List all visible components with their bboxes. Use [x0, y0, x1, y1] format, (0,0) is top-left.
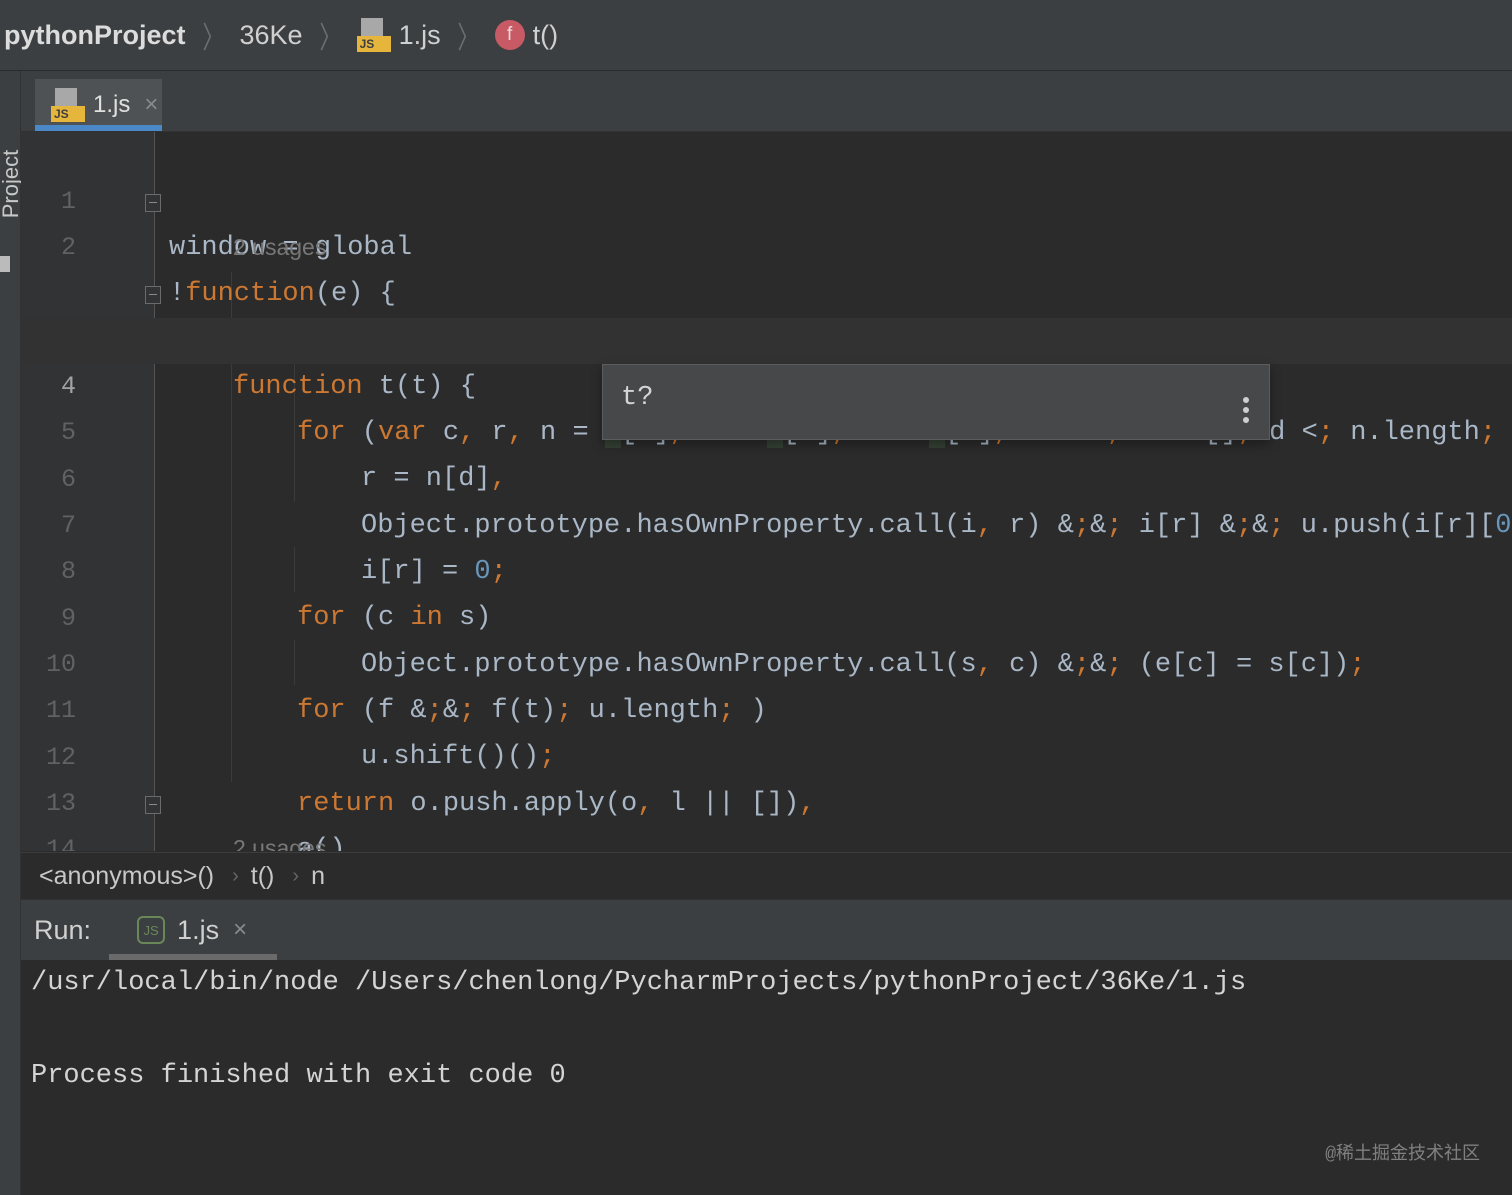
- run-panel-header: Run: JS 1.js ×: [21, 899, 1512, 960]
- editor-tab-strip: JS 1.js ×: [21, 71, 1512, 132]
- code-line: 1 window = global: [21, 133, 1512, 263]
- console-line: /usr/local/bin/node /Users/chenlong/Pych…: [31, 968, 1247, 998]
- line-number: 14: [45, 835, 76, 851]
- navigation-bar: pythonProject 〉 36Ke 〉 JS 1.js 〉 f t(): [0, 0, 1512, 71]
- close-icon[interactable]: ×: [233, 916, 247, 944]
- more-options-icon[interactable]: [1243, 397, 1249, 427]
- tab-1-js[interactable]: JS 1.js ×: [35, 79, 162, 131]
- code-line-current: 4 for (var c, r, n = t[0], s = t[1], l =…: [21, 318, 1512, 448]
- chevron-right-icon: ›: [232, 864, 239, 887]
- code-line: 12 return o.push.apply(o, l || []),: [21, 689, 1512, 819]
- code-line: 3 function t(t) {: [21, 272, 1512, 402]
- parameter-hint-text: t?: [621, 383, 654, 413]
- breadcrumb-function[interactable]: f t(): [494, 19, 559, 51]
- close-icon[interactable]: ×: [144, 91, 158, 119]
- code-line: 11 u.shift()();: [21, 642, 1512, 772]
- code-line: 8 for (c in s): [21, 503, 1512, 633]
- structure-item-anonymous[interactable]: <anonymous>(): [39, 862, 214, 891]
- project-folder-icon: [0, 256, 10, 272]
- js-file-icon: JS: [51, 88, 85, 122]
- chevron-right-icon: 〉: [319, 22, 341, 55]
- breadcrumb-folder[interactable]: 36Ke: [240, 20, 303, 51]
- usages-inlay-hint[interactable]: 2 usages: [233, 835, 326, 851]
- structure-item-t[interactable]: t(): [251, 862, 275, 891]
- run-label: Run:: [34, 914, 92, 945]
- active-tab-indicator: [35, 125, 162, 131]
- usages-inlay-hint[interactable]: 2 usages: [233, 234, 326, 261]
- chevron-right-icon: 〉: [457, 22, 479, 55]
- structure-breadcrumb: <anonymous>() › t() › n: [21, 852, 1512, 899]
- code-line: 14 }: [21, 781, 1512, 851]
- watermark: @稀土掘金技术社区: [1325, 1145, 1480, 1165]
- breadcrumb-project[interactable]: pythonProject: [4, 20, 186, 51]
- parameter-hint-popup: t?: [602, 364, 1270, 440]
- chevron-right-icon: 〉: [202, 22, 224, 55]
- code-line: 7 i[r] = 0;: [21, 457, 1512, 587]
- nodejs-icon: JS: [137, 916, 166, 944]
- js-file-icon: JS: [356, 18, 391, 52]
- chevron-right-icon: ›: [292, 864, 300, 887]
- project-tool-strip: Project: [0, 71, 23, 1195]
- line-number: 2: [60, 233, 76, 262]
- breadcrumb-function-label: t(): [532, 19, 559, 50]
- code-line: 2 !function(e) {: [21, 179, 1512, 309]
- code-line: 10 for (f &;&; f(t); u.length; ): [21, 596, 1512, 726]
- run-tab-label: 1.js: [177, 914, 220, 945]
- breadcrumb-file[interactable]: JS 1.js: [356, 18, 441, 52]
- structure-item-n[interactable]: n: [311, 862, 325, 891]
- code-line: 9 Object.prototype.hasOwnProperty.call(s…: [21, 550, 1512, 680]
- run-console[interactable]: /usr/local/bin/node /Users/chenlong/Pych…: [21, 960, 1512, 1195]
- code-line: 13 a(): [21, 735, 1512, 851]
- function-icon: f: [494, 20, 525, 50]
- code-editor[interactable]: 1 window = global 2 !function(e) { 2 usa…: [21, 132, 1512, 851]
- run-tab-1-js[interactable]: JS 1.js ×: [137, 915, 247, 946]
- breadcrumb-file-label: 1.js: [398, 19, 441, 50]
- console-line: Process finished with exit code 0: [31, 1061, 566, 1091]
- tab-label: 1.js: [93, 91, 131, 118]
